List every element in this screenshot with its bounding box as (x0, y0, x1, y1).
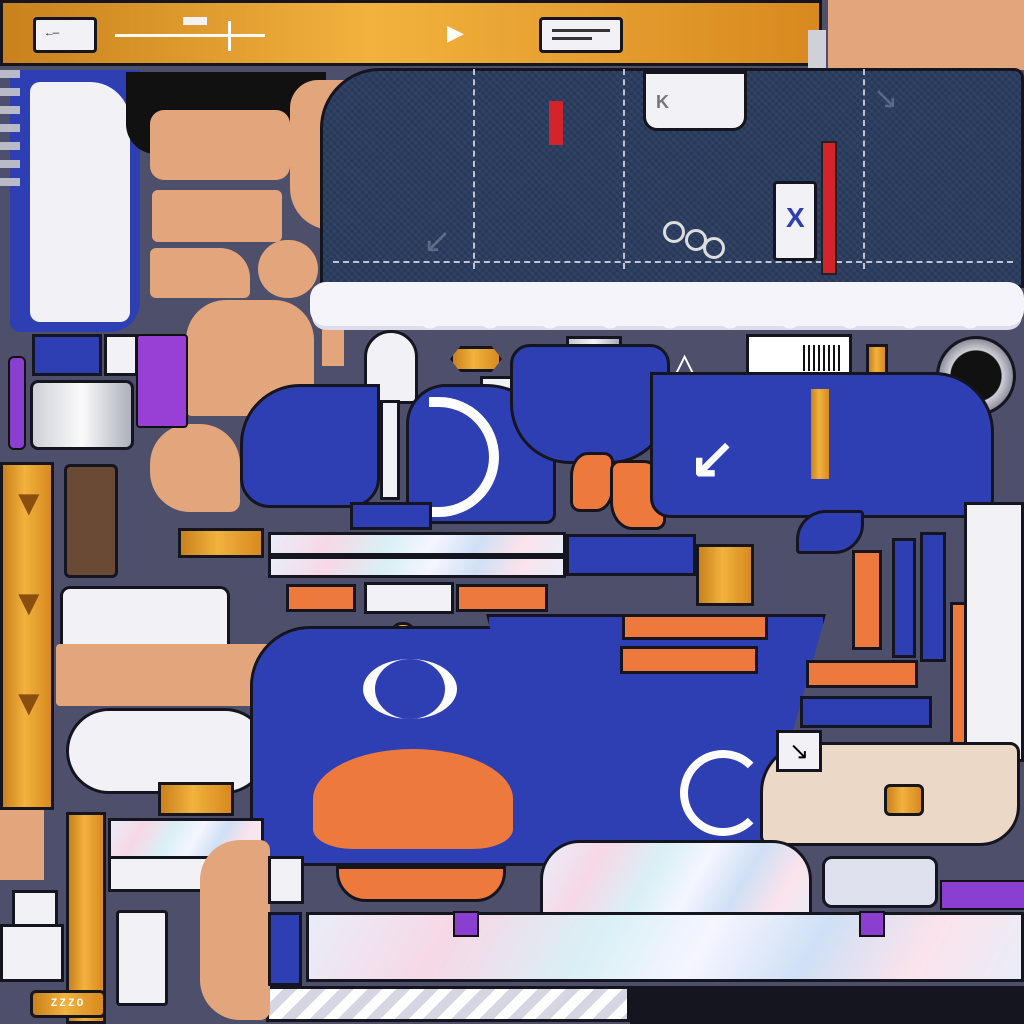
arm-piece (150, 424, 240, 512)
progress-line (115, 34, 265, 37)
zipper (821, 141, 837, 275)
back-tag: ←— (33, 17, 97, 53)
holo-bar-1 (268, 532, 566, 556)
info-tag (539, 17, 623, 53)
dots-column (0, 70, 20, 190)
orange-vertical-1 (852, 550, 882, 650)
brown-tag (64, 464, 118, 578)
orange-hem (336, 866, 506, 902)
gold-bracket (178, 528, 264, 558)
white-circuit-panel (964, 502, 1024, 762)
purple-buckle (136, 334, 188, 428)
arrow-down-left-icon: ↙ (689, 426, 736, 489)
skin-panel-topright (828, 0, 1024, 70)
blue-block-bottom (268, 912, 302, 986)
small-skin-block (322, 326, 344, 366)
top-jersey-right: ↙ (650, 372, 994, 518)
shoulder-piece (258, 240, 318, 298)
denim-seam-left (473, 69, 475, 269)
blue-cuff (32, 334, 102, 376)
jersey-x-mark (363, 659, 457, 719)
blue-fold (796, 510, 864, 554)
gold-plate (696, 544, 754, 606)
hood-string (380, 400, 400, 500)
denim-seam-bottom (333, 261, 1013, 263)
skin-leg-left (0, 810, 44, 880)
gold-gem (450, 346, 502, 372)
white-square-bottom (268, 856, 304, 904)
play-icon: ▶ (447, 20, 464, 45)
top-gold-strip: ←— ▶ (0, 0, 822, 66)
back-arrow-icon: ←— (46, 28, 60, 40)
zzzo-badge-text: ZZZO (50, 998, 86, 1010)
denim-panel: X K ↙ ↘ (320, 68, 1024, 288)
x-box-arrow-icon: ↘ (789, 738, 810, 765)
skin-leg-right (200, 840, 270, 1020)
purple-rivet-1 (453, 911, 479, 937)
white-clip-2 (364, 582, 454, 614)
flame-graphic (313, 749, 513, 849)
white-clip (104, 334, 138, 376)
gold-chain: ▼ ▼ ▼ (0, 462, 54, 810)
x-logo-icon: X (786, 202, 805, 233)
zzzo-badge: ZZZO (30, 990, 106, 1018)
holo-band (306, 911, 1024, 982)
x-box: ↘ (776, 730, 822, 772)
orange-strap-small (286, 584, 356, 612)
orange-strap-2 (456, 584, 548, 612)
progress-crosshair (228, 21, 231, 51)
orange-patch-1 (570, 452, 614, 512)
orange-strap-r2 (620, 646, 758, 674)
shoe-gold-logo (884, 784, 924, 816)
denim-seam-right (863, 69, 865, 269)
top-jersey-mid (510, 344, 670, 464)
blue-slim-2 (920, 532, 946, 662)
screen-plate (822, 856, 938, 908)
red-tag (549, 101, 563, 145)
shoulder-k-logo: K (656, 92, 669, 112)
sleeve-white-left (30, 82, 130, 322)
snow-drips (420, 318, 1020, 358)
logo-tag: X (773, 181, 817, 261)
metal-clasp (30, 380, 134, 450)
gold-zip-pull (811, 389, 829, 479)
dark-boot-strip (630, 986, 1024, 1024)
face-piece (150, 110, 290, 180)
progress-knob (183, 17, 207, 25)
purple-bar (8, 356, 26, 450)
denim-arrow-icon-2: ↘ (873, 82, 899, 115)
holo-bar-2 (268, 556, 566, 578)
lock-plate (0, 924, 64, 982)
jersey-swoosh (429, 397, 499, 517)
denim-buckle: K (643, 71, 747, 131)
neck-piece (152, 190, 282, 242)
paper-tag (116, 910, 168, 1006)
blue-belt (566, 534, 696, 576)
chest-piece (150, 248, 250, 298)
blue-slim-1 (892, 538, 916, 658)
purple-strip (940, 880, 1024, 910)
denim-arrow-icon: ↙ (423, 222, 452, 260)
grey-strip-topright (808, 30, 826, 68)
blue-strap (350, 502, 432, 530)
denim-seam-mid (623, 69, 625, 269)
orange-strap-r3 (806, 660, 918, 688)
purple-rivet-2 (859, 911, 885, 937)
top-jersey-left (240, 384, 380, 508)
v-panel-logo (680, 750, 766, 836)
grommets (663, 221, 725, 261)
zigzag-strip (266, 986, 630, 1022)
orange-strap-r1 (622, 614, 768, 640)
gold-buckle-small (158, 782, 234, 816)
blue-strap-r (800, 696, 932, 728)
